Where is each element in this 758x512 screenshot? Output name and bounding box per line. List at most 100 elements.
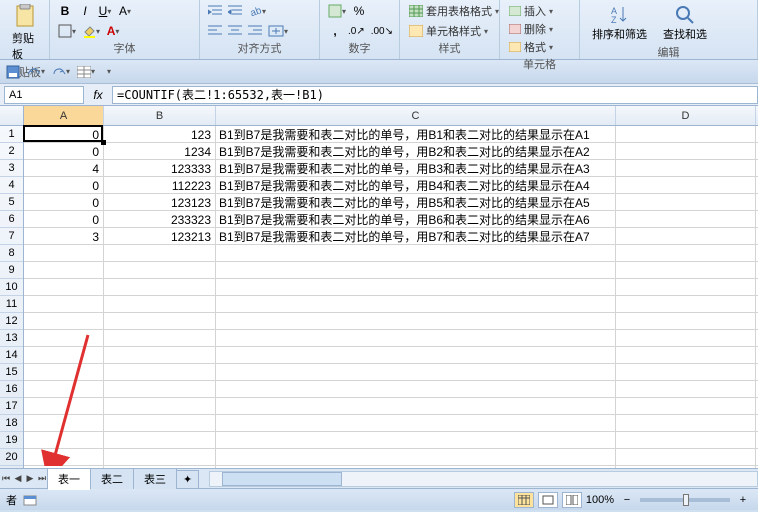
row-header[interactable]: 4 bbox=[0, 177, 23, 194]
row-header[interactable]: 20 bbox=[0, 449, 23, 466]
orientation-button[interactable]: ab▾ bbox=[246, 2, 268, 20]
formula-input[interactable] bbox=[112, 86, 758, 104]
cell[interactable]: 0 bbox=[24, 194, 102, 211]
sheet-tab-1[interactable]: 表一 bbox=[47, 468, 91, 490]
row-header[interactable]: 15 bbox=[0, 364, 23, 381]
fx-button[interactable]: fx bbox=[88, 86, 108, 104]
row-header[interactable]: 2 bbox=[0, 143, 23, 160]
view-normal-button[interactable] bbox=[514, 492, 534, 508]
cell[interactable]: 3 bbox=[24, 228, 102, 245]
cell-style-button[interactable]: 单元格样式▾ bbox=[406, 22, 491, 40]
tab-nav-next[interactable]: ▶ bbox=[24, 471, 36, 487]
cell[interactable]: B1到B7是我需要和表二对比的单号，用B2和表二对比的结果显示在A2 bbox=[216, 143, 614, 160]
font-size-button[interactable]: A▾ bbox=[116, 2, 134, 20]
align-center-button[interactable] bbox=[226, 22, 244, 40]
merge-button[interactable]: ▾ bbox=[266, 22, 290, 40]
zoom-thumb[interactable] bbox=[683, 494, 689, 506]
row-header[interactable]: 13 bbox=[0, 330, 23, 347]
underline-button[interactable]: U▾ bbox=[96, 2, 114, 20]
row-header[interactable]: 9 bbox=[0, 262, 23, 279]
fill-color-button[interactable]: ▾ bbox=[80, 22, 102, 40]
paste-button[interactable]: 剪贴板 bbox=[6, 2, 43, 64]
comma-button[interactable]: , bbox=[326, 22, 344, 40]
row-header[interactable]: 8 bbox=[0, 245, 23, 262]
row-header[interactable]: 17 bbox=[0, 398, 23, 415]
row-header[interactable]: 19 bbox=[0, 432, 23, 449]
increase-decimal-button[interactable]: .0↗ bbox=[346, 22, 367, 40]
hscroll-thumb[interactable] bbox=[222, 472, 342, 486]
italic-button[interactable]: I bbox=[76, 2, 94, 20]
bold-button[interactable]: B bbox=[56, 2, 74, 20]
select-all-corner[interactable] bbox=[0, 106, 24, 125]
find-select-button[interactable]: 查找和选 bbox=[657, 2, 713, 44]
zoom-out-button[interactable]: − bbox=[618, 491, 636, 509]
row-header[interactable]: 1 bbox=[0, 126, 23, 143]
border-button[interactable]: ▾ bbox=[56, 22, 78, 40]
row-header[interactable]: 5 bbox=[0, 194, 23, 211]
cell[interactable]: B1到B7是我需要和表二对比的单号，用B3和表二对比的结果显示在A3 bbox=[216, 160, 614, 177]
row-header[interactable]: 11 bbox=[0, 296, 23, 313]
row-header[interactable]: 6 bbox=[0, 211, 23, 228]
col-header-A[interactable]: A bbox=[24, 106, 104, 125]
view-layout-button[interactable] bbox=[538, 492, 558, 508]
row-header[interactable]: 18 bbox=[0, 415, 23, 432]
col-header-B[interactable]: B bbox=[104, 106, 216, 125]
align-left-button[interactable] bbox=[206, 22, 224, 40]
spreadsheet-grid[interactable]: A B C D 1234567891011121314151617181920 … bbox=[0, 106, 758, 468]
cell-style-label: 单元格样式 bbox=[426, 23, 481, 39]
indent-increase-button[interactable] bbox=[226, 2, 244, 20]
cell[interactable]: B1到B7是我需要和表二对比的单号，用B6和表二对比的结果显示在A6 bbox=[216, 211, 614, 228]
tab-nav-prev[interactable]: ◀ bbox=[12, 471, 24, 487]
zoom-in-button[interactable]: + bbox=[734, 491, 752, 509]
decrease-decimal-button[interactable]: .00↘ bbox=[369, 22, 395, 40]
col-header-D[interactable]: D bbox=[616, 106, 756, 125]
delete-button[interactable]: 删除▾ bbox=[506, 20, 556, 38]
qat-redo-button[interactable]: ▾ bbox=[50, 62, 72, 82]
align-right-button[interactable] bbox=[246, 22, 264, 40]
new-sheet-tab[interactable]: ✦ bbox=[176, 470, 199, 488]
cell[interactable]: 233323 bbox=[104, 211, 214, 228]
table-format-button[interactable]: 套用表格格式▾ bbox=[406, 2, 502, 20]
percent-button[interactable]: % bbox=[350, 2, 368, 20]
cell[interactable]: 123 bbox=[104, 126, 214, 143]
cell[interactable]: 0 bbox=[24, 177, 102, 194]
insert-button[interactable]: 插入▾ bbox=[506, 2, 556, 20]
row-header[interactable]: 12 bbox=[0, 313, 23, 330]
qat-save-button[interactable] bbox=[4, 62, 22, 82]
qat-undo-button[interactable]: ▾ bbox=[25, 62, 47, 82]
row-header[interactable]: 7 bbox=[0, 228, 23, 245]
cell[interactable]: 1234 bbox=[104, 143, 214, 160]
row-header[interactable]: 14 bbox=[0, 347, 23, 364]
cell[interactable]: 0 bbox=[24, 126, 102, 143]
cell[interactable]: 123213 bbox=[104, 228, 214, 245]
currency-button[interactable]: ▾ bbox=[326, 2, 348, 20]
tab-nav-first[interactable]: ⏮ bbox=[0, 471, 12, 487]
horizontal-scrollbar[interactable] bbox=[209, 471, 758, 487]
name-box[interactable]: A1 bbox=[4, 86, 84, 104]
sheet-tab-3[interactable]: 表三 bbox=[133, 468, 177, 489]
row-header[interactable]: 16 bbox=[0, 381, 23, 398]
col-header-C[interactable]: C bbox=[216, 106, 616, 125]
sheet-tab-2[interactable]: 表二 bbox=[90, 468, 134, 489]
sort-filter-button[interactable]: AZ 排序和筛选 bbox=[586, 2, 653, 44]
qat-more-button[interactable]: ▾ bbox=[100, 62, 118, 82]
view-pagebreak-button[interactable] bbox=[562, 492, 582, 508]
cell[interactable]: 4 bbox=[24, 160, 102, 177]
zoom-slider[interactable] bbox=[640, 498, 730, 502]
row-header[interactable]: 10 bbox=[0, 279, 23, 296]
cell[interactable]: 123333 bbox=[104, 160, 214, 177]
cell[interactable]: B1到B7是我需要和表二对比的单号，用B1和表二对比的结果显示在A1 bbox=[216, 126, 614, 143]
cell[interactable]: 112223 bbox=[104, 177, 214, 194]
cell[interactable]: B1到B7是我需要和表二对比的单号，用B4和表二对比的结果显示在A4 bbox=[216, 177, 614, 194]
font-color-button[interactable]: A▾ bbox=[104, 22, 122, 40]
cell[interactable]: 123123 bbox=[104, 194, 214, 211]
indent-decrease-button[interactable] bbox=[206, 2, 224, 20]
format-button[interactable]: 格式▾ bbox=[506, 38, 556, 56]
qat-table-button[interactable]: ▾ bbox=[75, 62, 97, 82]
cells-area[interactable]: 0123B1到B7是我需要和表二对比的单号，用B1和表二对比的结果显示在A101… bbox=[24, 126, 758, 468]
cell[interactable]: B1到B7是我需要和表二对比的单号，用B7和表二对比的结果显示在A7 bbox=[216, 228, 614, 245]
cell[interactable]: B1到B7是我需要和表二对比的单号，用B5和表二对比的结果显示在A5 bbox=[216, 194, 614, 211]
cell[interactable]: 0 bbox=[24, 143, 102, 160]
row-header[interactable]: 3 bbox=[0, 160, 23, 177]
cell[interactable]: 0 bbox=[24, 211, 102, 228]
